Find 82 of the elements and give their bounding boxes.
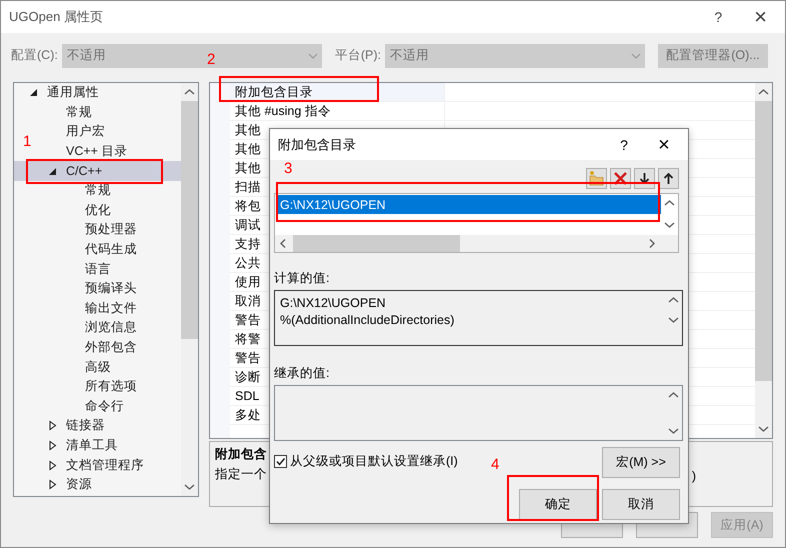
step-number: 3 — [284, 160, 292, 177]
step-number: 1 — [23, 133, 32, 150]
tree-item[interactable]: 链接器 — [66, 417, 105, 434]
property-row-highlight[interactable]: 附加包含目录 — [230, 83, 444, 101]
help-button[interactable]: ? — [714, 9, 722, 25]
property-name[interactable]: 公共 — [235, 254, 261, 272]
property-name[interactable]: 诊断 — [235, 368, 261, 386]
cancel-button[interactable]: 取消 — [602, 489, 680, 520]
property-name[interactable]: 取消 — [235, 292, 261, 310]
property-name[interactable]: 警告 — [235, 350, 261, 366]
property-name[interactable]: 其他 #using 指令 — [235, 102, 331, 120]
checkbox-label[interactable]: 从父级或项目默认设置继承(I) — [290, 453, 458, 470]
property-name[interactable]: 使用 — [235, 274, 261, 290]
tree-item[interactable]: 外部包含 — [85, 339, 137, 356]
property-name[interactable]: 其他 — [235, 122, 261, 138]
delete-button[interactable] — [610, 168, 631, 189]
directory-entry[interactable]: G:\NX12\UGOPEN — [277, 195, 661, 214]
combo-label: 配置(C): — [11, 47, 58, 64]
collapsed-arrow-icon[interactable] — [47, 440, 58, 451]
tree-item[interactable]: 清单工具 — [66, 436, 118, 454]
tree-item[interactable]: 优化 — [85, 202, 111, 219]
tree-row-highlight[interactable]: C/C++ — [14, 161, 181, 181]
grid-scrollbar[interactable] — [755, 83, 772, 438]
property-name[interactable]: 将警 — [235, 330, 261, 348]
tree-item[interactable]: C/C++ — [66, 164, 102, 178]
help-button[interactable]: ? — [614, 136, 634, 152]
property-name[interactable]: SDL — [235, 389, 260, 403]
tree-item[interactable]: 用户宏 — [66, 123, 105, 140]
description-text: 指定一个 — [215, 466, 267, 483]
close-button[interactable]: × — [654, 134, 674, 154]
expanded-arrow-icon[interactable] — [47, 166, 58, 177]
tree-item[interactable]: 资源 — [66, 476, 92, 494]
description-text: ) — [692, 469, 696, 483]
tree-item[interactable]: 预处理器 — [85, 221, 137, 238]
delete-icon — [612, 170, 629, 187]
property-name[interactable]: 其他 — [235, 140, 261, 158]
tree-item[interactable]: 常规 — [66, 104, 92, 121]
inherited-label: 继承的值: — [274, 365, 330, 381]
checkbox[interactable] — [274, 455, 287, 468]
tree-scrollbar[interactable] — [181, 83, 198, 496]
up-arrow-button[interactable] — [658, 168, 679, 189]
tree-item[interactable]: 高级 — [85, 358, 111, 376]
description-title: 附加包含 — [215, 446, 267, 463]
tree-item[interactable]: 文档管理程序 — [66, 456, 144, 474]
dialog-title: 附加包含目录 — [278, 136, 357, 154]
step-number: 2 — [207, 51, 216, 68]
collapsed-arrow-icon[interactable] — [47, 420, 58, 432]
tree-item[interactable]: 浏览信息 — [85, 319, 137, 336]
collapsed-arrow-icon[interactable] — [47, 460, 58, 471]
combo-label: 平台(P): — [334, 47, 381, 64]
macros-button[interactable]: 宏(M) >> — [602, 447, 680, 478]
property-name[interactable]: 附加包含目录 — [235, 84, 313, 100]
tree-item[interactable]: 常规 — [85, 182, 111, 200]
evaluated-value: G:\NX12\UGOPEN — [280, 295, 387, 312]
down-arrow-button[interactable] — [634, 168, 655, 189]
property-name[interactable]: 其他 — [235, 160, 261, 176]
tree-item[interactable]: 输出文件 — [85, 300, 137, 317]
tree-item[interactable]: 预编译头 — [85, 280, 137, 298]
directory-list[interactable]: G:\NX12\UGOPEN — [274, 193, 679, 253]
property-name[interactable]: 扫描 — [235, 178, 261, 196]
property-name[interactable]: 警告 — [235, 312, 261, 328]
tree-item[interactable]: 命令行 — [85, 398, 124, 415]
ok-button[interactable]: 确定 — [519, 489, 597, 520]
tree-item[interactable]: 语言 — [85, 260, 111, 278]
tree-item[interactable]: 通用属性 — [47, 84, 99, 102]
tree-item[interactable]: VC++ 目录 — [66, 143, 128, 160]
list-horizontal-scrollbar[interactable] — [275, 235, 678, 252]
window-title: UGOpen 属性页 — [9, 8, 104, 26]
tree-item[interactable]: 所有选项 — [85, 378, 137, 396]
new-folder-button[interactable] — [586, 168, 607, 189]
tree-item[interactable]: 代码生成 — [85, 241, 137, 258]
evaluated-value: %(AdditionalIncludeDirectories) — [280, 312, 456, 329]
property-name[interactable]: 将包 — [235, 198, 261, 214]
property-name[interactable]: 多处 — [235, 406, 261, 424]
property-name[interactable]: 支持 — [235, 236, 261, 252]
close-button[interactable]: × — [754, 4, 767, 30]
evaluated-label: 计算的值: — [274, 270, 330, 286]
step-number: 4 — [491, 456, 500, 473]
property-name[interactable]: 调试 — [235, 216, 261, 234]
collapsed-arrow-icon[interactable] — [47, 479, 58, 490]
new-folder-icon — [588, 170, 605, 187]
expanded-arrow-icon[interactable] — [28, 87, 39, 98]
